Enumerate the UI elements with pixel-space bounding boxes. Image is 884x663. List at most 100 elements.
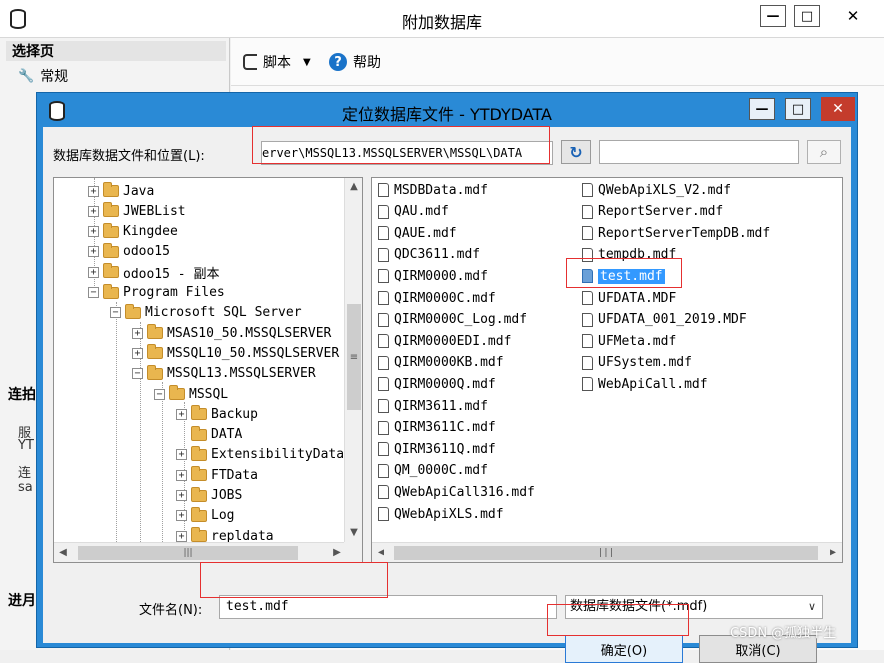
tree-node[interactable]: + Log [176, 506, 234, 526]
filetype-select[interactable]: 数据库数据文件(*.mdf) ∨ [565, 595, 823, 619]
folder-tree[interactable]: + Java + JWEBList + Kingdee + odoo15 + odoo15 - 副… [53, 177, 363, 563]
scroll-thumb[interactable]: ≡ [347, 304, 361, 410]
tree-node[interactable]: − MSSQL [154, 384, 228, 404]
search-button[interactable]: ⌕ [807, 140, 841, 164]
expand-icon[interactable]: + [88, 246, 99, 258]
collapse-icon[interactable]: − [132, 368, 143, 380]
file-item[interactable]: ReportServer.mdf [582, 202, 723, 222]
file-item[interactable]: UFDATA.MDF [582, 288, 676, 308]
scroll-right-arrow[interactable]: ▶ [824, 543, 842, 562]
file-item[interactable]: QIRM0000Q.mdf [378, 374, 496, 394]
chevron-down-icon[interactable]: ▼ [303, 57, 311, 68]
expand-icon[interactable]: + [176, 510, 187, 522]
tree-node[interactable]: + ExtensibilityData [176, 445, 344, 465]
file-icon [582, 269, 593, 284]
expand-icon[interactable]: + [176, 449, 187, 461]
tree-node[interactable]: + MSSQL10_50.MSSQLSERVER [132, 343, 339, 363]
tree-node[interactable]: + MSAS10_50.MSSQLSERVER [132, 323, 331, 343]
file-icon [582, 377, 593, 392]
files-horizontal-scrollbar[interactable]: ◀ ||| ▶ [372, 542, 842, 562]
file-item[interactable]: QAU.mdf [378, 202, 449, 222]
scroll-left-arrow[interactable]: ◀ [372, 543, 390, 562]
dialog-close-button[interactable]: ✕ [821, 97, 855, 121]
tree-node[interactable]: + JOBS [176, 486, 242, 506]
tree-node[interactable]: − Program Files [88, 283, 225, 303]
file-item[interactable]: QAUE.mdf [378, 223, 457, 243]
file-item[interactable]: UFSystem.mdf [582, 353, 692, 373]
file-list[interactable]: ◀ ||| ▶ MSDBData.mdf QAU.mdf QAUE.mdf QDC36… [371, 177, 843, 563]
tree-horizontal-scrollbar[interactable]: ◀ ||| ▶ [54, 542, 346, 562]
expand-icon[interactable]: + [176, 490, 187, 501]
refresh-button[interactable]: ↻ [561, 140, 591, 164]
tree-node[interactable]: − MSSQL13.MSSQLSERVER [132, 364, 316, 384]
file-item[interactable]: UFMeta.mdf [582, 331, 676, 351]
file-item[interactable]: QIRM3611.mdf [378, 396, 488, 416]
expand-icon[interactable]: + [88, 205, 99, 217]
tree-node[interactable]: + JWEBList [88, 201, 186, 221]
expand-icon[interactable]: + [88, 266, 99, 278]
file-name: QIRM3611Q.mdf [394, 441, 496, 457]
scroll-down-arrow[interactable]: ▼ [345, 524, 362, 542]
file-item[interactable]: UFDATA_001_2019.MDF [582, 310, 747, 330]
scroll-thumb[interactable]: ||| [78, 546, 298, 560]
tree-guide-line [116, 302, 117, 542]
expand-icon[interactable]: + [132, 327, 143, 339]
outer-maximize-button[interactable]: □ [794, 5, 820, 27]
tree-node[interactable]: + FTData [176, 465, 258, 485]
file-item[interactable]: QIRM0000C.mdf [378, 288, 496, 308]
file-item[interactable]: MSDBData.mdf [378, 180, 488, 200]
collapse-icon[interactable]: − [154, 388, 165, 400]
tree-node[interactable]: DATA [176, 425, 242, 445]
expand-icon[interactable]: + [132, 347, 143, 359]
tree-node[interactable]: + Java [88, 181, 154, 201]
search-input[interactable] [599, 140, 799, 164]
file-name: QIRM0000KB.mdf [394, 355, 504, 371]
pane-item-general[interactable]: 🔧 常规 [18, 66, 68, 86]
chevron-down-icon: ∨ [807, 600, 816, 613]
collapse-icon[interactable]: − [88, 287, 99, 298]
file-item[interactable]: QIRM0000C_Log.mdf [378, 310, 527, 330]
file-item[interactable]: QWebApiXLS.mdf [378, 504, 504, 524]
file-item[interactable]: QIRM0000.mdf [378, 266, 488, 286]
scroll-up-arrow[interactable]: ▲ [345, 178, 362, 196]
folder-icon [125, 303, 141, 319]
tree-node[interactable]: + Kingdee [88, 222, 178, 242]
file-item[interactable]: WebApiCall.mdf [582, 374, 708, 394]
tree-node[interactable]: + Backup [176, 404, 258, 424]
file-item[interactable]: QIRM0000EDI.mdf [378, 331, 511, 351]
file-item[interactable]: QIRM3611Q.mdf [378, 439, 496, 459]
side-fragment: 连 [18, 466, 32, 481]
outer-close-button[interactable]: ✕ [840, 5, 866, 27]
expand-icon[interactable]: + [176, 469, 187, 481]
collapse-icon[interactable]: − [110, 307, 121, 319]
tree-node[interactable]: + repldata [176, 526, 274, 542]
file-item[interactable]: QIRM0000KB.mdf [378, 353, 504, 373]
script-button[interactable]: 脚本 ▼ [243, 52, 311, 72]
outer-minimize-button[interactable]: — [760, 5, 786, 27]
tree-node[interactable]: + odoo15 - 副本 [88, 262, 219, 282]
expand-icon[interactable]: + [88, 226, 99, 238]
scroll-left-arrow[interactable]: ◀ [54, 543, 72, 562]
file-item[interactable]: ReportServerTempDB.mdf [582, 223, 770, 243]
file-item[interactable]: test.mdf [582, 266, 665, 286]
expand-icon[interactable]: + [88, 185, 99, 197]
file-item[interactable]: QWebApiCall316.mdf [378, 482, 535, 502]
file-item[interactable]: QM_0000C.mdf [378, 461, 488, 481]
file-item[interactable]: tempdb.mdf [582, 245, 676, 265]
ok-button[interactable]: 确定(O) [565, 635, 683, 663]
dialog-minimize-button[interactable]: — [749, 98, 775, 120]
expand-icon[interactable]: + [176, 408, 187, 420]
file-item[interactable]: QIRM3611C.mdf [378, 418, 496, 438]
expand-icon[interactable]: + [176, 530, 187, 542]
tree-vertical-scrollbar[interactable]: ▲ ≡ ▼ [344, 178, 362, 542]
help-button[interactable]: ? 帮助 [329, 52, 381, 72]
file-item[interactable]: QWebApiXLS_V2.mdf [582, 180, 731, 200]
file-item[interactable]: QDC3611.mdf [378, 245, 480, 265]
location-field[interactable]: erver\MSSQL13.MSSQLSERVER\MSSQL\DATA [261, 141, 553, 165]
file-name: QWebApiXLS_V2.mdf [598, 182, 732, 198]
dialog-maximize-button[interactable]: □ [785, 98, 811, 120]
filename-input[interactable]: test.mdf [219, 595, 557, 619]
tree-node[interactable]: + odoo15 [88, 242, 170, 262]
tree-node[interactable]: − Microsoft SQL Server [110, 303, 302, 323]
scroll-thumb[interactable]: ||| [394, 546, 818, 560]
